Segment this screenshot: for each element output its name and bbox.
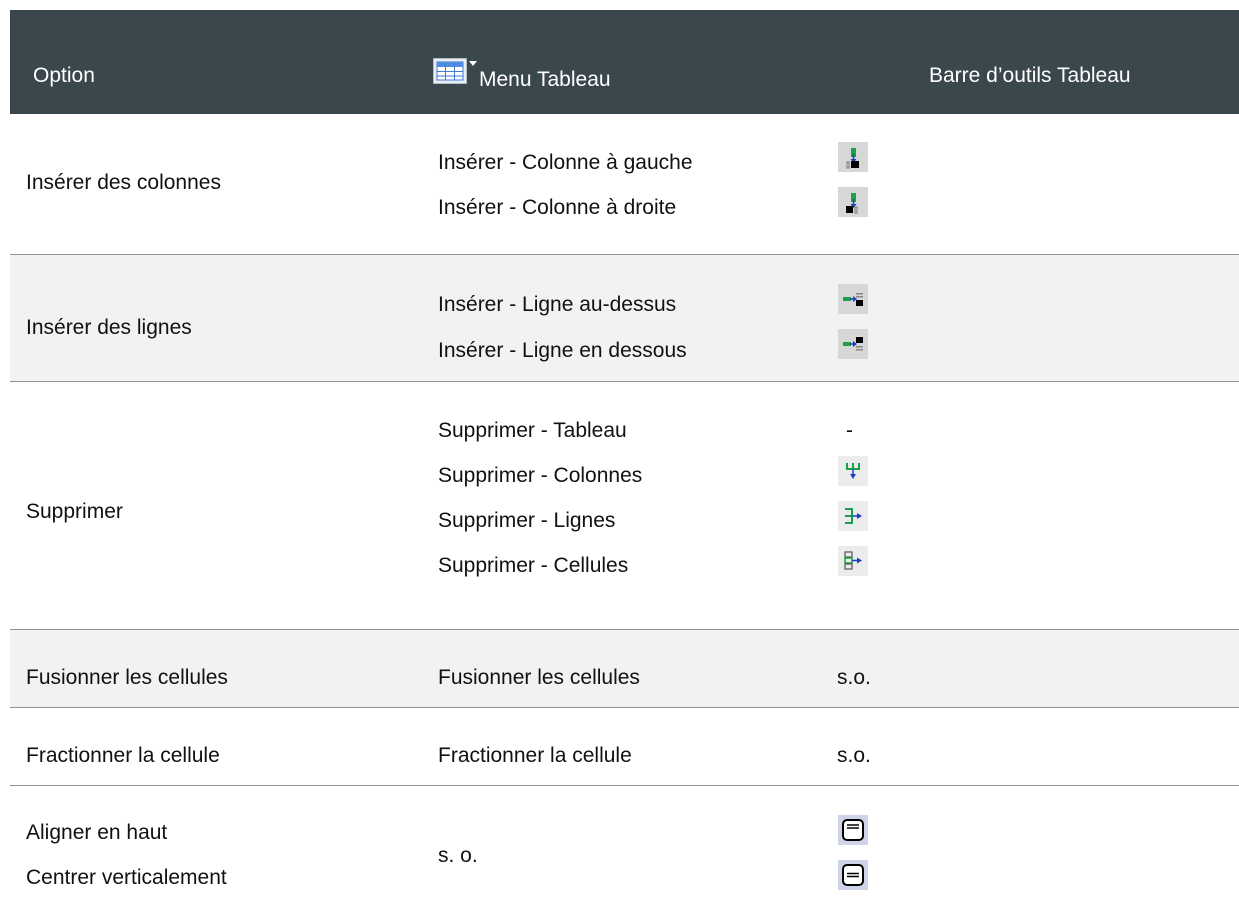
insert-column-right-icon [838,187,868,217]
menu-item: Fusionner les cellules [438,666,640,689]
menu-item: Insérer - Ligne en dessous [438,339,687,362]
table-row: Supprimer Supprimer - Tableau Supprimer … [10,382,1239,630]
delete-rows-icon [838,501,868,531]
table-menu-icon [433,58,477,84]
option-cell: Insérer des colonnes [26,171,221,194]
chevron-down-icon [469,61,477,66]
header-toolbar: Barre d’outils Tableau [929,64,1131,87]
table-row: Insérer des colonnes Insérer - Colonne à… [10,114,1239,255]
header-menu-label: Menu Tableau [479,68,611,91]
menu-item: s. o. [438,844,478,867]
option-cell: Fusionner les cellules [26,666,228,689]
table-row: Aligner en haut Centrer verticalement s.… [10,786,1239,908]
menu-item: Supprimer - Lignes [438,509,616,532]
center-vertically-icon [838,860,868,890]
option-cell: Aligner en haut [26,821,168,844]
option-cell: Insérer des lignes [26,316,192,339]
menu-item: Supprimer - Tableau [438,419,627,442]
insert-row-above-icon [838,284,868,314]
options-table: Option Menu Tableau Barre d’outils Table… [10,10,1239,908]
delete-columns-icon [838,456,868,486]
insert-row-below-icon [838,329,868,359]
table-row: Fractionner la cellule Fractionner la ce… [10,708,1239,786]
menu-item: Supprimer - Colonnes [438,464,643,487]
align-top-icon [838,815,868,845]
option-cell: Supprimer [26,500,123,523]
insert-column-left-icon [838,142,868,172]
option-cell: Centrer verticalement [26,866,227,889]
menu-item: Insérer - Colonne à droite [438,196,677,219]
menu-item: Insérer - Colonne à gauche [438,151,693,174]
menu-item: Insérer - Ligne au-dessus [438,293,677,316]
delete-cells-icon [838,546,868,576]
toolbar-cell: s.o. [837,744,871,767]
header-menu: Menu Tableau [433,58,611,91]
menu-item: Supprimer - Cellules [438,554,629,577]
toolbar-none: - [846,419,853,442]
menu-item: Fractionner la cellule [438,744,632,767]
table-row: Fusionner les cellules Fusionner les cel… [10,630,1239,708]
table-header: Option Menu Tableau Barre d’outils Table… [10,10,1239,114]
header-option: Option [33,64,95,87]
table-row: Insérer des lignes Insérer - Ligne au-de… [10,255,1239,382]
toolbar-cell: s.o. [837,666,871,689]
option-cell: Fractionner la cellule [26,744,220,767]
